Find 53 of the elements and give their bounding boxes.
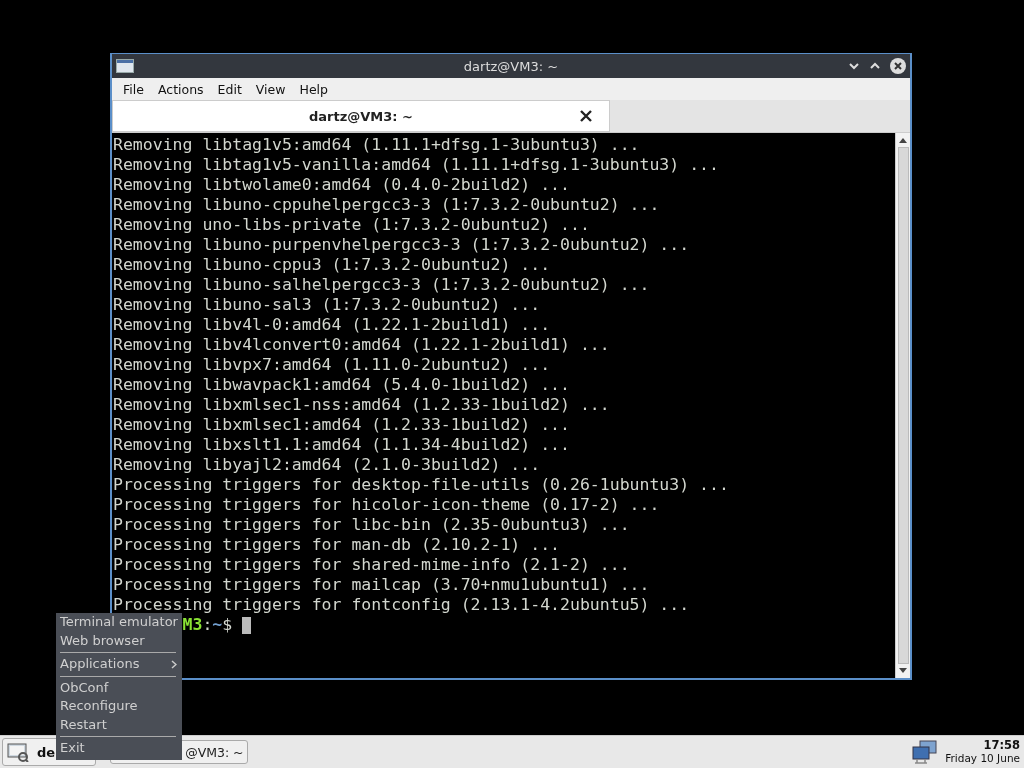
menu-item-label: Applications (60, 655, 140, 673)
menu-item[interactable]: File (116, 81, 151, 97)
output-line: Removing libuno-cppu3 (1:7.3.2-0ubuntu2) ... (113, 255, 552, 275)
scrollbar-thumb[interactable] (897, 147, 909, 664)
menu-item[interactable]: Edit (210, 81, 249, 97)
output-line: Processing triggers for man-db (2.10.2-1) ... (113, 535, 562, 555)
output-line: Processing triggers for mailcap (3.70+nmu1ubuntu1) ... (113, 575, 651, 595)
output-line: Removing libwavpack1:amd64 (5.4.0-1build2) ... (113, 375, 571, 395)
desktop-icon (7, 742, 29, 762)
output-line: Removing libuno-cppuhelpergcc3-3 (1:7.3.2-0ubuntu2) ... (113, 195, 661, 215)
output-line: Removing libv4lconvert0:amd64 (1.22.1-2build1) ... (113, 335, 611, 355)
output-line: Removing libuno-purpenvhelpergcc3-3 (1:7.3.2-0ubuntu2) ... (113, 235, 691, 255)
prompt-separator: : (202, 615, 213, 635)
terminal-tab[interactable]: dartz@VM3: ~ (112, 100, 610, 132)
menu-item[interactable]: ObConf (56, 678, 182, 697)
text-cursor (242, 616, 252, 634)
window-title: dartz@VM3: ~ (463, 58, 559, 74)
menu-item[interactable]: Actions (150, 81, 211, 97)
menu-item[interactable]: Restart (56, 715, 182, 734)
prompt-path: ~ (212, 615, 223, 635)
minimize-icon[interactable] (848, 60, 860, 72)
prompt-host: M3 (182, 615, 203, 635)
output-line: Removing libuno-sal3 (1:7.3.2-0ubuntu2) ... (113, 295, 542, 315)
output-line: Removing libv4l-0:amd64 (1.22.1-2build1) ... (113, 315, 552, 335)
output-line: Removing libxmlsec1-nss:amd64 (1.2.33-1build2) ... (113, 395, 611, 415)
output-line: Removing libxslt1.1:amd64 (1.1.34-4build2) ... (113, 435, 571, 455)
output-line: Removing libvpx7:amd64 (1.11.0-2ubuntu2) ... (113, 355, 552, 375)
clock-time: 17:58 (983, 739, 1020, 752)
output-line: Processing triggers for fontconfig (2.13.1-4.2ubuntu5) ... (113, 595, 691, 615)
menu-item[interactable]: Reconfigure (56, 697, 182, 716)
scrollbar[interactable] (895, 133, 910, 678)
output-line: Processing triggers for desktop-file-utils (0.26-1ubuntu3) ... (113, 475, 730, 495)
close-tab-icon[interactable] (579, 109, 593, 123)
output-line: Removing libuno-salhelpergcc3-3 (1:7.3.2-0ubuntu2) ... (113, 275, 651, 295)
menu-item[interactable]: View (248, 81, 293, 97)
close-icon[interactable] (890, 58, 906, 74)
menu-item[interactable]: Applications (56, 655, 182, 674)
output-line: Removing libtag1v5-vanilla:amd64 (1.11.1+dfsg.1-3ubuntu3) ... (113, 155, 720, 175)
output-line: Removing libtwolame0:amd64 (0.4.0-2build2) ... (113, 175, 571, 195)
output-line: Processing triggers for shared-mime-info (2.1-2) ... (113, 555, 631, 575)
output-line: Removing libxmlsec1:amd64 (1.2.33-1build2) ... (113, 415, 571, 435)
output-line: Removing libyajl2:amd64 (2.1.0-3build2) ... (113, 455, 542, 475)
output-line: Processing triggers for libc-bin (2.35-0ubuntu3) ... (113, 515, 631, 535)
window-icon (116, 59, 134, 73)
prompt-symbol: $ (222, 615, 233, 635)
output-line: Removing libtag1v5:amd64 (1.11.1+dfsg.1-3ubuntu3) ... (113, 135, 641, 155)
menu-item[interactable]: Terminal emulator (56, 613, 182, 632)
menu-item[interactable]: Web browser (56, 631, 182, 650)
clock-date: Friday 10 June (945, 752, 1020, 765)
output-line: Removing uno-libs-private (1:7.3.2-0ubuntu2) ... (113, 215, 591, 235)
output-line: Processing triggers for hicolor-icon-theme (0.17-2) ... (113, 495, 661, 515)
menu-item[interactable]: Help (292, 81, 335, 97)
network-icon[interactable] (911, 740, 940, 764)
